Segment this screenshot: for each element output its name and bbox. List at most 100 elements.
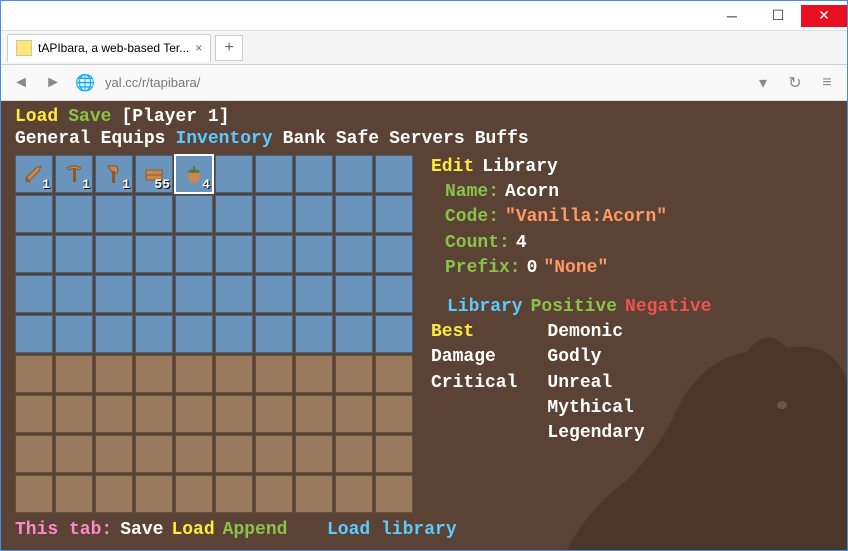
inventory-slot[interactable] xyxy=(215,155,253,193)
inventory-slot[interactable] xyxy=(15,275,53,313)
prefix-option[interactable]: Damage xyxy=(431,345,517,370)
inventory-slot[interactable] xyxy=(55,275,93,313)
inventory-slot[interactable] xyxy=(15,475,53,513)
inventory-slot[interactable] xyxy=(55,195,93,233)
prefix-num[interactable]: 0 xyxy=(527,256,538,281)
inventory-slot[interactable] xyxy=(95,395,133,433)
inventory-slot[interactable] xyxy=(295,195,333,233)
inventory-slot[interactable] xyxy=(135,315,173,353)
inventory-slot[interactable] xyxy=(255,155,293,193)
tab-append-button[interactable]: Append xyxy=(223,520,288,540)
url-field[interactable]: yal.cc/r/tapibara/ xyxy=(105,75,743,90)
inventory-slot[interactable] xyxy=(95,275,133,313)
inventory-slot[interactable] xyxy=(255,235,293,273)
inventory-slot[interactable] xyxy=(135,195,173,233)
inventory-slot[interactable] xyxy=(95,475,133,513)
edit-link[interactable]: Edit xyxy=(431,155,474,180)
inventory-slot[interactable] xyxy=(135,475,173,513)
library-link[interactable]: Library xyxy=(482,155,558,180)
new-tab-button[interactable]: + xyxy=(215,35,243,61)
inventory-slot[interactable] xyxy=(255,275,293,313)
inventory-slot[interactable] xyxy=(15,395,53,433)
inventory-slot[interactable] xyxy=(175,275,213,313)
inventory-slot[interactable] xyxy=(55,235,93,273)
tab-inventory[interactable]: Inventory xyxy=(175,129,272,149)
inventory-slot[interactable]: 1 xyxy=(55,155,93,193)
inventory-slot[interactable] xyxy=(15,355,53,393)
tab-save-button[interactable]: Save xyxy=(120,520,163,540)
tab-general[interactable]: General xyxy=(15,129,91,149)
inventory-slot[interactable] xyxy=(215,395,253,433)
inventory-slot[interactable] xyxy=(375,315,413,353)
inventory-slot[interactable] xyxy=(175,235,213,273)
inventory-slot[interactable] xyxy=(175,355,213,393)
inventory-slot[interactable] xyxy=(295,155,333,193)
inventory-slot[interactable] xyxy=(135,435,173,473)
save-button[interactable]: Save xyxy=(68,107,111,127)
inventory-slot[interactable] xyxy=(255,315,293,353)
inventory-slot[interactable] xyxy=(215,315,253,353)
inventory-slot[interactable] xyxy=(55,395,93,433)
count-value[interactable]: 4 xyxy=(516,231,527,256)
inventory-slot[interactable] xyxy=(15,195,53,233)
inventory-slot[interactable] xyxy=(215,475,253,513)
tab-buffs[interactable]: Buffs xyxy=(475,129,529,149)
inventory-slot[interactable] xyxy=(215,275,253,313)
load-library-button[interactable]: Load library xyxy=(327,520,457,540)
inventory-slot[interactable] xyxy=(295,315,333,353)
inventory-slot[interactable] xyxy=(335,275,373,313)
prefix-option[interactable]: Critical xyxy=(431,371,517,396)
inventory-slot[interactable] xyxy=(255,395,293,433)
inventory-slot[interactable] xyxy=(295,355,333,393)
inventory-slot[interactable]: 4 xyxy=(175,155,213,193)
inventory-slot[interactable] xyxy=(335,195,373,233)
inventory-slot[interactable] xyxy=(295,435,333,473)
inventory-slot[interactable] xyxy=(335,315,373,353)
inventory-slot[interactable] xyxy=(55,315,93,353)
name-value[interactable]: Acorn xyxy=(505,180,559,205)
close-button[interactable]: ✕ xyxy=(801,5,847,27)
prefix-option[interactable]: Best xyxy=(431,320,517,345)
inventory-slot[interactable] xyxy=(255,435,293,473)
inventory-slot[interactable] xyxy=(375,275,413,313)
tab-bank[interactable]: Bank xyxy=(283,129,326,149)
inventory-slot[interactable] xyxy=(215,195,253,233)
inventory-slot[interactable] xyxy=(95,435,133,473)
inventory-slot[interactable] xyxy=(215,355,253,393)
inventory-slot[interactable] xyxy=(295,275,333,313)
inventory-slot[interactable] xyxy=(255,355,293,393)
inventory-slot[interactable] xyxy=(295,475,333,513)
tab-safe[interactable]: Safe xyxy=(336,129,379,149)
inventory-slot[interactable] xyxy=(255,475,293,513)
forward-button[interactable]: ► xyxy=(41,71,65,95)
menu-button[interactable]: ≡ xyxy=(815,71,839,95)
inventory-slot[interactable] xyxy=(175,435,213,473)
inventory-slot[interactable] xyxy=(15,435,53,473)
inventory-slot[interactable] xyxy=(335,435,373,473)
inventory-slot[interactable] xyxy=(375,195,413,233)
load-button[interactable]: Load xyxy=(15,107,58,127)
refresh-button[interactable]: ↻ xyxy=(783,71,807,95)
pfx-library[interactable]: Library xyxy=(447,295,523,320)
inventory-slot[interactable] xyxy=(215,235,253,273)
inventory-slot[interactable] xyxy=(55,475,93,513)
inventory-slot[interactable] xyxy=(175,195,213,233)
code-value[interactable]: "Vanilla:Acorn" xyxy=(505,205,667,230)
inventory-slot[interactable] xyxy=(95,355,133,393)
inventory-slot[interactable]: 1 xyxy=(15,155,53,193)
inventory-slot[interactable] xyxy=(55,355,93,393)
inventory-slot[interactable] xyxy=(135,395,173,433)
inventory-slot[interactable] xyxy=(375,435,413,473)
inventory-slot[interactable]: 1 xyxy=(95,155,133,193)
inventory-slot[interactable] xyxy=(375,155,413,193)
inventory-slot[interactable] xyxy=(175,395,213,433)
inventory-slot[interactable] xyxy=(135,235,173,273)
inventory-slot[interactable] xyxy=(215,435,253,473)
inventory-slot[interactable] xyxy=(375,355,413,393)
inventory-slot[interactable] xyxy=(335,355,373,393)
inventory-slot[interactable] xyxy=(15,235,53,273)
inventory-slot[interactable] xyxy=(335,235,373,273)
pfx-positive[interactable]: Positive xyxy=(531,295,617,320)
inventory-slot[interactable] xyxy=(55,435,93,473)
inventory-slot[interactable] xyxy=(135,275,173,313)
